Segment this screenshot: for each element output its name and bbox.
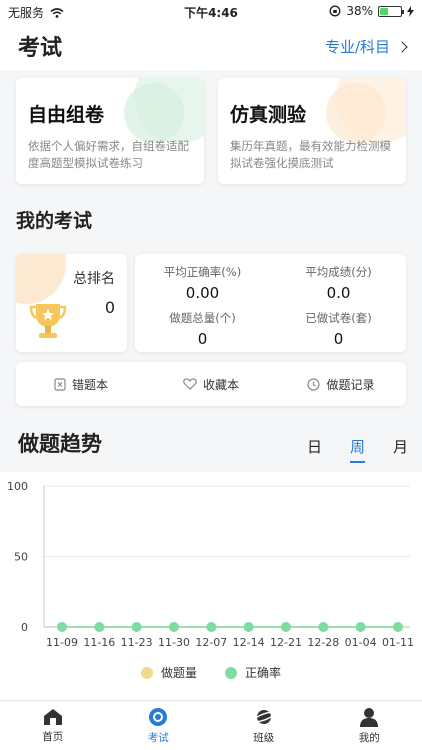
chart-legend: 做题量 正确率: [0, 664, 422, 681]
x-tick-label: 11-16: [83, 636, 115, 649]
card-desc: 依据个人偏好需求，自组卷适配度高题型模拟试卷练习: [28, 139, 189, 170]
trend-chart-svg: 0 50 100 11-09 11-16 11-23 11-30 12-07 12-14 12-2…: [7, 480, 414, 649]
rank-value: 0: [104, 298, 115, 317]
practice-history-button[interactable]: 做题记录: [276, 362, 406, 406]
mock-exam-card[interactable]: 仿真测验 集历年真题，最有效能力检测模拟试卷强化摸底测试: [218, 78, 406, 184]
data-point: [355, 622, 366, 632]
action-label: 做题记录: [326, 377, 375, 392]
tabbar-label: 考试: [147, 731, 169, 744]
x-tick-label: 11-09: [46, 636, 78, 649]
tabbar-item-home[interactable]: 首页: [0, 701, 106, 750]
legend-dot: [225, 666, 237, 679]
data-point: [318, 622, 329, 632]
stat-label: 已做试卷(套): [305, 311, 372, 325]
major-subject-label: 专业/科目: [324, 38, 390, 56]
data-point: [243, 622, 254, 632]
planet-icon: [253, 709, 275, 724]
status-bar: 无服务 下午4:46 38%: [0, 0, 422, 22]
bottom-tab-bar: 首页 考试 班级 我的: [0, 700, 422, 750]
card-title: 仿真测验: [230, 104, 307, 126]
clock-icon: [307, 377, 321, 391]
stat-value: 0: [197, 330, 208, 348]
exam-icon: [149, 707, 168, 726]
x-tick-label: 12-28: [307, 636, 339, 649]
tab-month[interactable]: 月: [393, 436, 408, 457]
tabbar-label: 首页: [42, 730, 64, 743]
legend-item: 做题量: [140, 664, 197, 681]
x-tick-label: 11-30: [158, 636, 190, 649]
data-point: [57, 622, 67, 632]
battery-icon: [378, 5, 404, 17]
legend-label: 做题量: [160, 666, 197, 680]
decor-blob: [124, 83, 184, 143]
legend-label: 正确率: [245, 666, 282, 680]
stat-label: 做题总量(个): [169, 311, 236, 325]
stat-label: 平均正确率(%): [163, 265, 242, 279]
x-tick-label: 12-21: [270, 636, 302, 649]
major-subject-link[interactable]: 专业/科目: [324, 36, 408, 57]
page-title: 考试: [18, 36, 63, 61]
legend-dot: [140, 666, 153, 679]
chevron-right-icon: [396, 40, 408, 53]
x-tick-label: 11-23: [121, 636, 153, 649]
data-point: [281, 622, 291, 632]
stat-label: 平均成绩(分): [305, 265, 372, 279]
wrong-book-icon: [54, 377, 66, 391]
battery-percent: 38%: [346, 4, 373, 18]
data-point: [206, 622, 217, 632]
rank-label: 总排名: [73, 271, 115, 287]
card-title: 自由组卷: [28, 104, 105, 126]
card-desc: 集历年真题，最有效能力检测模拟试卷强化摸底测试: [230, 139, 391, 170]
x-tick-label: 12-14: [233, 636, 265, 649]
x-tick-label: 12-07: [195, 636, 227, 649]
tabbar-item-exam[interactable]: 考试: [106, 701, 212, 750]
my-exams-title: 我的考试: [16, 210, 93, 232]
tab-day[interactable]: 日: [307, 436, 322, 457]
exam-actions-bar: 错题本 收藏本 做题记录: [16, 362, 406, 406]
data-point: [131, 622, 142, 632]
x-tick-label: 01-11: [382, 636, 414, 649]
rank-card: 总排名 0: [16, 254, 127, 352]
tab-week[interactable]: 周: [349, 436, 365, 463]
home-icon: [43, 708, 62, 725]
user-icon: [360, 707, 379, 727]
stat-papers-done: 已做试卷(套) 0: [271, 310, 406, 348]
action-label: 收藏本: [202, 377, 239, 392]
stat-total-questions: 做题总量(个) 0: [135, 310, 270, 348]
action-label: 错题本: [71, 377, 108, 392]
stat-value: 0.00: [185, 284, 220, 302]
heart-icon: [183, 378, 197, 390]
tabbar-label: 我的: [358, 731, 380, 744]
x-tick-label: 01-04: [345, 636, 377, 649]
y-tick-label: 50: [14, 551, 28, 564]
y-tick-label: 0: [21, 621, 28, 634]
stat-value: 0.0: [326, 284, 351, 302]
decor-blob: [326, 83, 386, 143]
stats-card: 平均正确率(%) 0.00 平均成绩(分) 0.0 做题总量(个) 0 已做试卷…: [135, 254, 406, 352]
legend-item: 正确率: [225, 664, 281, 681]
tabbar-item-class[interactable]: 班级: [211, 701, 317, 750]
y-tick-label: 100: [7, 480, 28, 493]
trophy-icon: [29, 304, 67, 338]
favorites-button[interactable]: 收藏本: [146, 362, 276, 406]
charging-icon: [407, 5, 414, 17]
stat-avg-score: 平均成绩(分) 0.0: [271, 264, 406, 302]
trend-title: 做题趋势: [18, 432, 102, 456]
tabbar-item-mine[interactable]: 我的: [317, 701, 422, 750]
stat-value: 0: [333, 330, 344, 348]
tabbar-label: 班级: [253, 731, 275, 744]
decor-blob: [16, 254, 66, 304]
orientation-lock-icon: [329, 5, 341, 17]
data-point: [94, 622, 105, 632]
data-point: [393, 622, 403, 632]
wrong-book-button[interactable]: 错题本: [16, 362, 146, 406]
free-paper-card[interactable]: 自由组卷 依据个人偏好需求，自组卷适配度高题型模拟试卷练习: [16, 78, 204, 184]
data-point: [169, 622, 179, 632]
stat-avg-accuracy: 平均正确率(%) 0.00: [135, 264, 270, 302]
trend-period-tabs: 日 周 月: [307, 436, 408, 463]
page-header: 考试 专业/科目: [0, 22, 422, 70]
